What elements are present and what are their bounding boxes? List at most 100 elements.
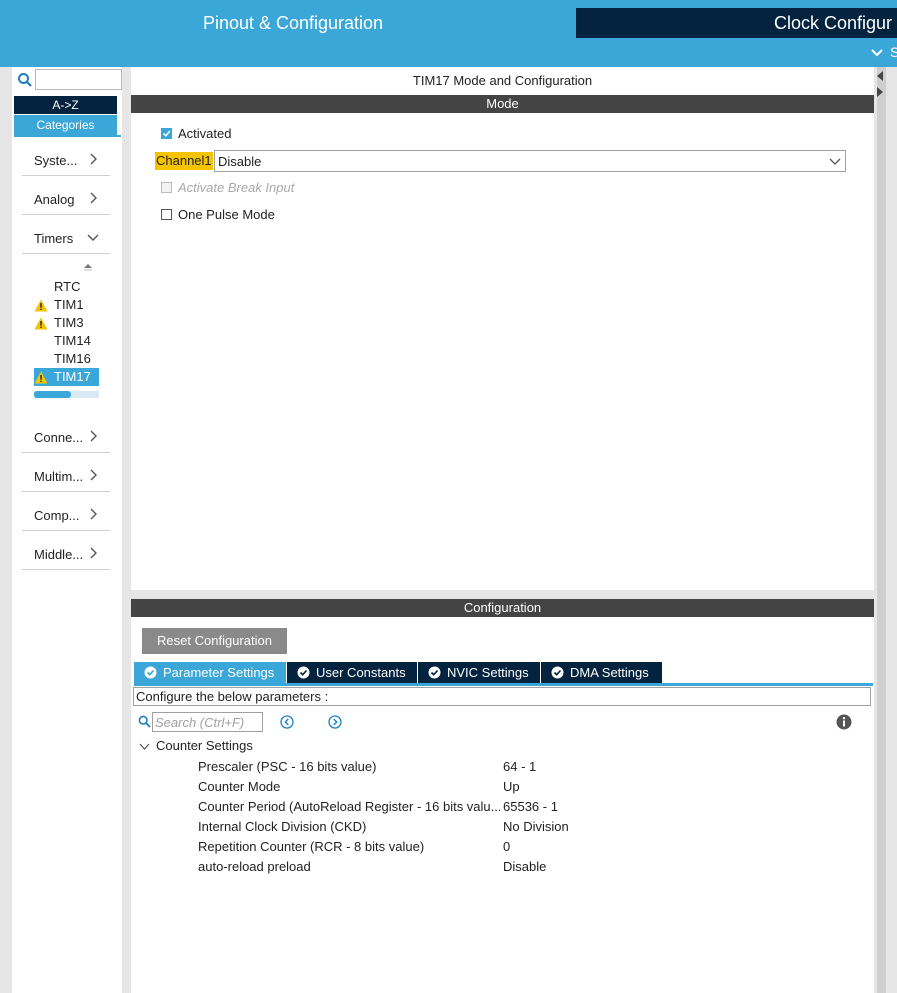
peripheral-label: TIM16 [54,351,91,366]
category-label: Syste... [34,153,78,168]
activated-checkbox[interactable] [161,128,172,139]
tab-label: NVIC Settings [447,665,529,680]
search-icon [138,715,151,728]
mode-panel-title: TIM17 Mode and Configuration [412,73,593,88]
param-name[interactable]: Internal Clock Division (CKD) [198,819,500,834]
channel1-select[interactable]: Disable [214,150,846,172]
configuration-section-header: Configuration [131,599,874,617]
tab-dma-settings[interactable]: DMA Settings [541,662,662,683]
reset-configuration-button[interactable]: Reset Configuration [142,628,287,654]
peripheral-tim1[interactable]: TIM1 [34,296,104,314]
param-name[interactable]: Prescaler (PSC - 16 bits value) [198,759,500,774]
sidebar-scrollbar-thumb[interactable] [34,391,71,398]
chevron-right-icon [90,430,97,442]
mode-panel [131,67,874,590]
next-match-icon[interactable] [328,715,342,729]
peripheral-label: TIM3 [54,315,84,330]
category-label: Analog [34,192,75,207]
check-circle-icon [428,666,441,679]
param-name[interactable]: Counter Mode [198,779,500,794]
category-middleware[interactable]: Middle... [22,542,110,570]
tab-label: Parameter Settings [163,665,275,680]
checkmark-icon [162,130,171,137]
configuration-panel [131,599,874,993]
peripheral-tim14[interactable]: TIM14 [34,332,104,350]
peripheral-tim16[interactable]: TIM16 [34,350,104,368]
previous-match-icon[interactable] [280,715,294,729]
warning-icon [34,317,48,330]
param-value[interactable]: 65536 - 1 [503,799,558,814]
param-value[interactable]: 64 - 1 [503,759,536,774]
param-value[interactable]: No Division [503,819,569,834]
tab-clock-label: Clock Configur [774,13,893,33]
category-timers[interactable]: Timers [22,226,110,254]
peripheral-tim17[interactable]: TIM17 [34,368,99,386]
sort-az-button[interactable]: A->Z [14,96,117,114]
one-pulse-mode-label[interactable]: One Pulse Mode [178,207,275,222]
peripheral-label: TIM17 [54,369,91,384]
activate-break-input-label: Activate Break Input [178,180,295,195]
category-label: Multim... [34,469,84,484]
chevron-right-icon [90,192,97,204]
parameter-search-input[interactable]: Search (Ctrl+F) [152,712,263,732]
param-value[interactable]: Disable [503,859,546,874]
chevron-right-icon [90,153,97,165]
tab-underline [134,683,873,686]
left-gutter [0,67,12,993]
chevron-down-icon [87,234,99,241]
warning-icon [34,371,48,384]
category-system[interactable]: Syste... [22,148,110,176]
peripheral-tim3[interactable]: TIM3 [34,314,104,332]
chevron-down-icon [871,49,883,57]
counter-settings-group[interactable]: Counter Settings [156,738,253,753]
channel1-value: Disable [218,154,262,169]
activated-label[interactable]: Activated [178,126,231,141]
category-computing[interactable]: Comp... [22,503,110,531]
parameters-description: Configure the below parameters : [133,687,871,706]
param-value[interactable]: Up [503,779,520,794]
tab-user-constants[interactable]: User Constants [287,662,417,683]
check-circle-icon [144,666,157,679]
param-value[interactable]: 0 [503,839,510,854]
sidebar-splitter[interactable] [122,67,131,993]
tab-label: User Constants [316,665,406,680]
activate-break-input-checkbox [161,182,172,193]
category-connectivity[interactable]: Conne... [22,425,110,453]
categories-button[interactable]: Categories [14,115,117,135]
chevron-down-icon [829,158,841,165]
category-label: Middle... [34,547,84,562]
category-label: Timers [34,231,74,246]
one-pulse-mode-checkbox[interactable] [161,209,172,220]
category-label: Comp... [34,508,80,523]
tab-clock-configuration[interactable]: Clock Configur [576,8,897,38]
category-multimedia[interactable]: Multim... [22,464,110,492]
tab-label: DMA Settings [570,665,649,680]
chevron-down-icon[interactable] [139,741,150,752]
peripheral-label: RTC [54,279,81,294]
check-circle-icon [297,666,310,679]
sidebar-search-input[interactable] [35,69,122,90]
sort-arrow-icon[interactable] [82,262,94,274]
peripheral-label: TIM1 [54,297,84,312]
chevron-right-icon [90,547,97,559]
category-analog[interactable]: Analog [22,187,110,215]
collapse-arrow-icon[interactable] [876,70,884,82]
tab-nvic-settings[interactable]: NVIC Settings [418,662,540,683]
check-circle-icon [551,666,564,679]
peripheral-rtc[interactable]: RTC [34,278,104,296]
right-scrollbar[interactable] [877,67,886,993]
subtab-label: S [890,44,897,60]
param-name[interactable]: Repetition Counter (RCR - 8 bits value) [198,839,500,854]
expand-arrow-icon[interactable] [876,86,884,98]
subtab-menu[interactable]: S [864,43,897,63]
search-placeholder: Search (Ctrl+F) [155,715,245,730]
search-icon[interactable] [17,72,33,88]
tab-parameter-settings[interactable]: Parameter Settings [134,662,286,683]
param-name[interactable]: auto-reload preload [198,859,500,874]
chevron-right-icon [90,469,97,481]
warning-icon [34,299,48,312]
info-icon[interactable] [836,714,852,730]
param-name[interactable]: Counter Period (AutoReload Register - 16… [198,799,500,814]
peripheral-label: TIM14 [54,333,91,348]
tab-pinout-configuration[interactable]: Pinout & Configuration [12,8,574,38]
